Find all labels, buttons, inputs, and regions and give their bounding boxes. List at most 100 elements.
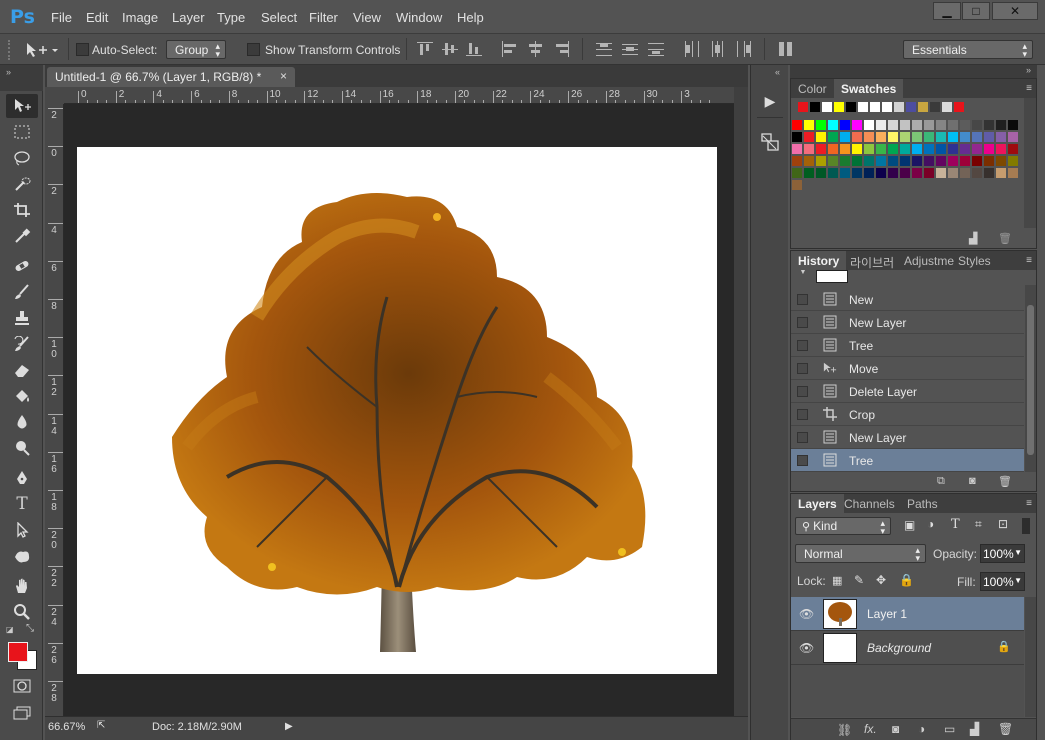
status-menu-arrow-icon[interactable]: ▶: [285, 721, 293, 732]
swatch-grid[interactable]: [791, 98, 1024, 228]
pen-tool[interactable]: [6, 466, 38, 490]
move-tool[interactable]: [6, 94, 38, 118]
clone-stamp-tool[interactable]: [6, 306, 38, 330]
hand-tool[interactable]: [6, 574, 38, 598]
distribute-top-icon[interactable]: [595, 41, 613, 57]
restore-button[interactable]: □: [962, 2, 990, 20]
close-button[interactable]: ✕: [992, 2, 1038, 20]
swatch[interactable]: [852, 132, 862, 142]
swatch[interactable]: [864, 156, 874, 166]
new-document-from-state-icon[interactable]: ⧉: [937, 475, 945, 488]
swatch[interactable]: [888, 132, 898, 142]
history-item[interactable]: New: [791, 288, 1024, 311]
recent-swatch[interactable]: [942, 102, 952, 112]
history-item[interactable]: New Layer: [791, 426, 1024, 449]
eyedropper-tool[interactable]: [6, 224, 38, 248]
eraser-tool[interactable]: [6, 358, 38, 382]
trash-icon[interactable]: 🗑: [998, 722, 1013, 736]
swatch[interactable]: [852, 156, 862, 166]
swatch[interactable]: [1008, 120, 1018, 130]
filter-shape-icon[interactable]: ⌗: [975, 517, 982, 532]
history-source-checkbox[interactable]: [797, 363, 808, 374]
swatch[interactable]: [984, 168, 994, 178]
swatch[interactable]: [804, 168, 814, 178]
blur-tool[interactable]: [6, 410, 38, 434]
swatch[interactable]: [924, 144, 934, 154]
recent-swatch[interactable]: [906, 102, 916, 112]
recent-swatch[interactable]: [798, 102, 808, 112]
swatch[interactable]: [912, 156, 922, 166]
link-layers-icon[interactable]: ⛓: [837, 723, 852, 737]
swatch[interactable]: [900, 156, 910, 166]
menu-file[interactable]: File: [51, 10, 72, 25]
swatch[interactable]: [804, 120, 814, 130]
swatch[interactable]: [876, 156, 886, 166]
history-item-selected[interactable]: Tree: [791, 449, 1024, 472]
swatch[interactable]: [828, 168, 838, 178]
swatch[interactable]: [996, 156, 1006, 166]
paint-bucket-tool[interactable]: [6, 384, 38, 408]
align-right-icon[interactable]: [553, 41, 571, 57]
swatch[interactable]: [996, 144, 1006, 154]
properties-panel-button[interactable]: [759, 131, 783, 153]
expand-panels-icon[interactable]: «: [775, 67, 780, 77]
swatch[interactable]: [972, 144, 982, 154]
foreground-color-swatch[interactable]: [8, 642, 28, 662]
fill-field[interactable]: 100% ▼: [980, 572, 1025, 591]
swatch[interactable]: [900, 132, 910, 142]
swatch[interactable]: [984, 156, 994, 166]
swatch[interactable]: [888, 156, 898, 166]
layer-filter-dropdown[interactable]: ⚲ Kind ▴ ▾: [795, 517, 891, 536]
tab-styles[interactable]: Styles: [951, 251, 998, 270]
type-tool[interactable]: T: [6, 492, 38, 516]
swatch[interactable]: [984, 132, 994, 142]
swatch[interactable]: [900, 168, 910, 178]
swatch[interactable]: [996, 132, 1006, 142]
swatch[interactable]: [840, 168, 850, 178]
shape-tool[interactable]: [6, 544, 38, 568]
quick-mask-button[interactable]: [6, 674, 38, 698]
visibility-eye-icon[interactable]: 👁: [799, 641, 814, 655]
filter-pixel-icon[interactable]: ▣: [904, 518, 915, 532]
swatch[interactable]: [900, 120, 910, 130]
adjustment-layer-icon[interactable]: ◑: [918, 722, 925, 736]
scrollbar-thumb[interactable]: [1027, 305, 1034, 455]
menu-image[interactable]: Image: [122, 10, 158, 25]
layer-row[interactable]: 👁 Background 🔒: [791, 631, 1024, 665]
history-source-checkbox[interactable]: [797, 317, 808, 328]
dodge-tool[interactable]: [6, 436, 38, 460]
swatch[interactable]: [804, 132, 814, 142]
panel-menu-icon[interactable]: ≡: [1026, 255, 1032, 266]
new-layer-icon[interactable]: ▟: [970, 722, 979, 736]
swatch[interactable]: [936, 120, 946, 130]
tab-swatches[interactable]: Swatches: [834, 79, 904, 98]
swatch[interactable]: [972, 120, 982, 130]
dropdown-arrow-icon[interactable]: ▼: [1014, 548, 1022, 557]
filter-adjustment-icon[interactable]: ◑: [927, 517, 934, 531]
distribute-left-icon[interactable]: [683, 41, 701, 57]
lock-pixels-icon[interactable]: ✎: [854, 573, 864, 587]
swatch[interactable]: [996, 168, 1006, 178]
minimize-button[interactable]: ▁: [933, 2, 961, 20]
swatch[interactable]: [828, 144, 838, 154]
auto-align-icon[interactable]: [777, 41, 795, 57]
history-item[interactable]: Tree: [791, 334, 1024, 357]
recent-swatch[interactable]: [954, 102, 964, 112]
swatch[interactable]: [852, 120, 862, 130]
swatch[interactable]: [804, 156, 814, 166]
recent-swatch[interactable]: [858, 102, 868, 112]
history-source-checkbox[interactable]: [797, 432, 808, 443]
recent-swatch[interactable]: [810, 102, 820, 112]
dropdown-arrow-icon[interactable]: ▼: [1014, 576, 1022, 585]
swatch[interactable]: [792, 144, 802, 154]
history-item[interactable]: Move: [791, 357, 1024, 380]
swatch[interactable]: [864, 168, 874, 178]
swatch[interactable]: [912, 144, 922, 154]
menu-view[interactable]: View: [353, 10, 381, 25]
align-hcenter-icon[interactable]: [527, 41, 545, 57]
history-snapshot[interactable]: ▼: [791, 270, 1024, 285]
swatch[interactable]: [840, 120, 850, 130]
tab-history[interactable]: History: [791, 251, 847, 270]
swatch[interactable]: [816, 156, 826, 166]
swatch[interactable]: [840, 144, 850, 154]
